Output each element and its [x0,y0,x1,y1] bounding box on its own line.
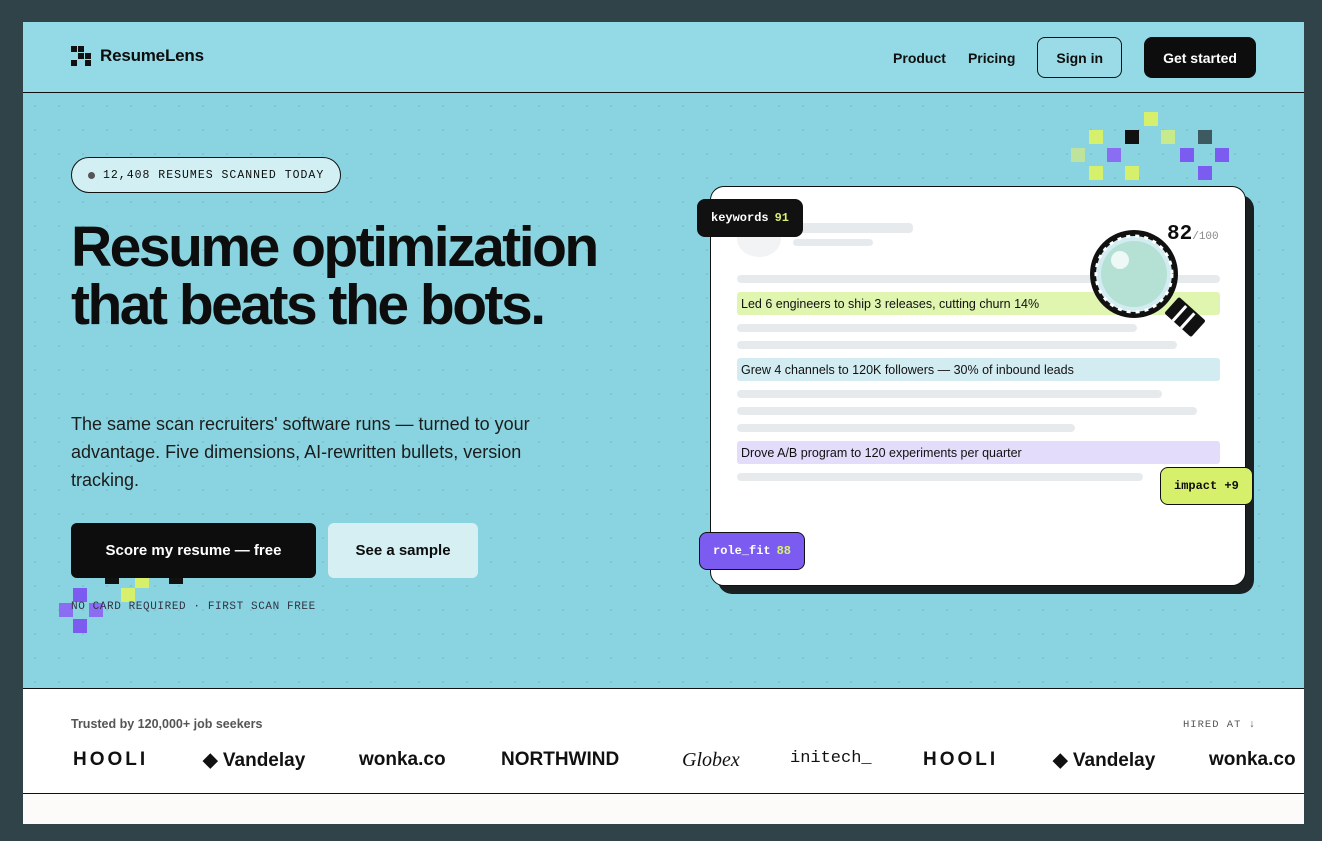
brand-name: ResumeLens [100,46,204,65]
magnifying-glass-icon [1090,230,1205,337]
pixel-decoration [73,619,87,633]
company-logo-northwind: NORTHWIND [501,749,620,770]
company-logo-vandelay: ◆ Vandelay [203,750,306,771]
main-nav: Product Pricing Sign in Get started [893,37,1256,78]
pixel-decoration [1107,148,1121,162]
pixel-decoration [1161,130,1175,144]
placeholder-line [793,223,913,233]
company-logo-vandelay: ◆ Vandelay [1053,750,1156,771]
no-card-note: NO CARD REQUIRED · FIRST SCAN FREE [71,601,316,613]
placeholder-line [737,390,1162,398]
hired-at-label: HIRED AT ↓ [1182,719,1256,731]
pixel-decoration [1125,166,1139,180]
logo-marquee: HOOLI ◆ Vandelay wonka.co NORTHWIND Glob… [73,749,1304,775]
impact-tag: impact +9 [1160,467,1253,505]
keywords-tag: keywords 91 [697,199,804,237]
status-dot-icon [88,171,95,179]
page: ResumeLens Product Pricing Sign in Get s… [23,22,1304,824]
pixel-decoration [121,588,135,602]
pixel-decoration [1089,130,1103,144]
logo-mark-icon [71,46,91,66]
hero-title: Resume optimization that beats the bots. [71,215,599,337]
placeholder-line [737,407,1197,415]
sign-in-button[interactable]: Sign in [1037,37,1123,78]
scan-count-text: 12,408 RESUMES SCANNED TODAY [103,168,325,182]
trusted-logos-section: Trusted by 120,000+ job seekers HIRED AT… [23,688,1304,794]
pixel-decoration [1215,148,1229,162]
placeholder-line [737,473,1143,481]
placeholder-line [737,424,1075,432]
keywords-label: keywords [711,211,769,225]
scan-count-badge: 12,408 RESUMES SCANNED TODAY [71,157,342,193]
placeholder-line [737,324,1137,332]
pixel-decoration [73,588,87,602]
brand-logo[interactable]: ResumeLens [71,46,204,66]
company-logo-globex: Globex [682,749,740,771]
pixel-decoration [1180,148,1194,162]
nav-pricing[interactable]: Pricing [968,50,1015,66]
pixel-decoration [1089,166,1103,180]
company-logo-wonka: wonka.co [1209,749,1296,770]
pixel-decoration [1125,130,1139,144]
company-logo-hooli: HOOLI [923,749,999,770]
company-logo-wonka: wonka.co [359,749,446,770]
see-sample-button[interactable]: See a sample [328,523,478,578]
placeholder-line [793,239,873,246]
next-section-edge [23,794,1304,824]
trusted-by-text: Trusted by 120,000+ job seekers [71,717,263,731]
company-logo-initech: initech_ [790,749,872,768]
role-fit-tag: role_fit 88 [699,532,806,570]
site-header: ResumeLens Product Pricing Sign in Get s… [23,22,1304,93]
pixel-decoration [1198,166,1212,180]
keywords-value: 91 [774,211,790,225]
highlight-bullet: Drove A/B program to 120 experiments per… [737,441,1220,464]
role-fit-label: role_fit [713,544,771,558]
role-fit-value: 88 [776,544,792,558]
score-resume-button[interactable]: Score my resume — free [71,523,316,578]
nav-product[interactable]: Product [893,50,946,66]
pixel-decoration [1198,130,1212,144]
company-logo-hooli: HOOLI [73,749,149,770]
highlight-bullet: Grew 4 channels to 120K followers — 30% … [737,358,1220,381]
pixel-decoration [1144,112,1158,126]
pixel-decoration [1071,148,1085,162]
get-started-button[interactable]: Get started [1144,37,1256,78]
hero-subtitle: The same scan recruiters' software runs … [71,414,530,490]
